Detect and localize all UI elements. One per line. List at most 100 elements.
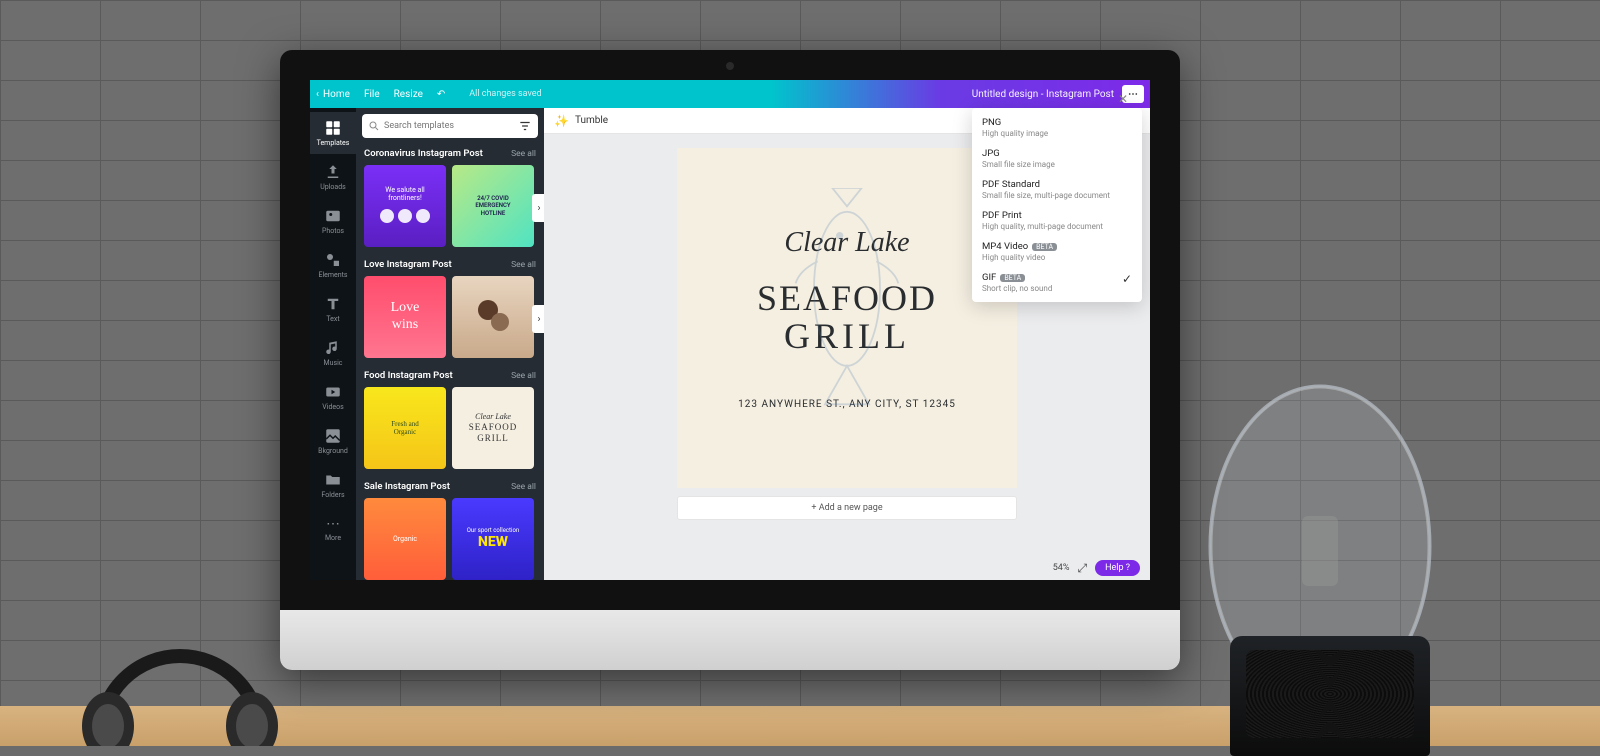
thumb-text: Organic [394, 428, 416, 436]
frontliners-icon [375, 202, 435, 226]
rail-label: Templates [317, 139, 350, 147]
document-title[interactable]: Untitled design - Instagram Post [972, 89, 1114, 100]
rail-label: Photos [322, 227, 344, 235]
save-status: All changes saved [469, 89, 541, 99]
rail-label: Text [326, 315, 339, 323]
thumb-text: 24/7 COVID [477, 195, 509, 202]
rail-text[interactable]: Text [310, 288, 356, 330]
templates-panel: Coronavirus Instagram Post See all We sal… [356, 108, 544, 580]
export-option-pdf-standard[interactable]: PDF StandardSmall file size, multi-page … [972, 174, 1142, 205]
next-templates-button[interactable]: › [532, 305, 544, 333]
beta-badge: BETA [1000, 274, 1025, 282]
next-templates-button[interactable]: › [532, 194, 544, 222]
see-all-link[interactable]: See all [511, 482, 536, 492]
templates-icon [324, 119, 342, 137]
category-title: Coronavirus Instagram Post [364, 148, 483, 159]
zoom-level[interactable]: 54% [1053, 563, 1070, 573]
photos-icon [324, 207, 342, 225]
see-all-link[interactable]: See all [511, 149, 536, 159]
page-tab-label: Tumble [575, 115, 608, 126]
rail-label: Elements [318, 271, 347, 279]
topbar: ‹ Home File Resize ↶ All changes saved U… [310, 80, 1150, 108]
thumb-text: HOTLINE [481, 210, 506, 217]
export-sub: High quality image [982, 129, 1048, 138]
rail-label: More [325, 534, 341, 542]
template-thumb[interactable]: 24/7 COVID EMERGENCY HOTLINE [452, 165, 534, 247]
videos-icon [324, 383, 342, 401]
template-thumb[interactable]: Fresh and Organic [364, 387, 446, 469]
thumb-text: SEAFOOD [469, 422, 518, 433]
thumb-text: GRILL [477, 433, 509, 444]
home-label: Home [323, 89, 350, 100]
animation-icon: ✨ [554, 114, 569, 128]
export-title: JPG [982, 148, 1055, 159]
rail-elements[interactable]: Elements [310, 244, 356, 286]
export-option-jpg[interactable]: JPGSmall file size image [972, 143, 1142, 174]
template-row: Love wins › [356, 272, 544, 366]
beta-badge: BETA [1032, 243, 1057, 251]
rail-label: Videos [322, 403, 343, 411]
help-button[interactable]: Help ? [1095, 560, 1140, 576]
export-sub: Small file size, multi-page document [982, 191, 1110, 200]
fullscreen-icon[interactable]: ⤢ [1077, 561, 1087, 576]
thumb-text: Our sport collection [467, 527, 519, 534]
add-page-button[interactable]: + Add a new page [677, 496, 1017, 520]
undo-icon: ↶ [437, 89, 445, 100]
category-title: Love Instagram Post [364, 259, 452, 270]
filter-icon[interactable] [518, 119, 532, 133]
rail-more[interactable]: ⋯ More [310, 508, 356, 550]
template-row: We salute all frontliners! 24/7 COVID EM… [356, 161, 544, 255]
fish-illustration-icon [787, 188, 907, 408]
close-dropdown-button[interactable]: ✕ [1118, 92, 1128, 106]
speaker-prop [1230, 636, 1430, 756]
rail-label: Bkground [318, 447, 348, 455]
template-thumb[interactable]: Organic [364, 498, 446, 580]
template-thumb[interactable]: We salute all frontliners! [364, 165, 446, 247]
rail-uploads[interactable]: Uploads [310, 156, 356, 198]
see-all-link[interactable]: See all [511, 260, 536, 270]
template-thumb[interactable]: Love wins [364, 276, 446, 358]
search-input[interactable] [384, 121, 514, 131]
rail-music[interactable]: Music [310, 332, 356, 374]
apple-logo-icon [715, 622, 745, 652]
screen: ‹ Home File Resize ↶ All changes saved U… [310, 80, 1150, 580]
check-icon: ✓ [1122, 272, 1132, 286]
rail-videos[interactable]: Videos [310, 376, 356, 418]
chevron-left-icon: ‹ [316, 89, 319, 100]
export-option-pdf-print[interactable]: PDF PrintHigh quality, multi-page docume… [972, 205, 1142, 236]
rail-label: Music [324, 359, 343, 367]
export-sub: Short clip, no sound [982, 284, 1052, 293]
category-title: Food Instagram Post [364, 370, 453, 381]
rail-background[interactable]: Bkground [310, 420, 356, 462]
export-option-png[interactable]: PNGHigh quality image [972, 112, 1142, 143]
left-rail: Templates Uploads Photos Elements Text [310, 108, 356, 580]
template-thumb[interactable]: Our sport collection NEW [452, 498, 534, 580]
export-option-gif[interactable]: GIFBETAShort clip, no sound ✓ [972, 267, 1142, 298]
thumb-text: Organic [393, 535, 417, 543]
rail-photos[interactable]: Photos [310, 200, 356, 242]
template-row: Organic Our sport collection NEW [356, 494, 544, 580]
home-button[interactable]: ‹ Home [316, 89, 350, 100]
thumb-text: EMERGENCY [475, 202, 510, 209]
music-icon [324, 339, 342, 357]
design-canvas[interactable]: Clear Lake SEAFOOD GRILL 123 ANYWHERE ST… [677, 148, 1017, 488]
rail-folders[interactable]: Folders [310, 464, 356, 506]
photo-icon [468, 292, 518, 342]
search-input-wrap[interactable] [362, 114, 538, 138]
uploads-icon [324, 163, 342, 181]
thumb-text: Clear Lake [475, 412, 511, 422]
export-option-mp4[interactable]: MP4 VideoBETAHigh quality video [972, 236, 1142, 267]
search-icon [368, 120, 380, 132]
export-title: PDF Standard [982, 179, 1110, 190]
rail-templates[interactable]: Templates [310, 112, 356, 154]
template-thumb[interactable] [452, 276, 534, 358]
undo-button[interactable]: ↶ [437, 89, 445, 100]
template-thumb[interactable]: Clear Lake SEAFOOD GRILL [452, 387, 534, 469]
resize-button[interactable]: Resize [394, 89, 423, 100]
file-button[interactable]: File [364, 89, 380, 100]
webcam-dot [726, 62, 734, 70]
canvas-footer: 54% ⤢ Help ? [1053, 560, 1140, 576]
export-title: GIFBETA [982, 272, 1052, 283]
export-title: PDF Print [982, 210, 1103, 221]
see-all-link[interactable]: See all [511, 371, 536, 381]
